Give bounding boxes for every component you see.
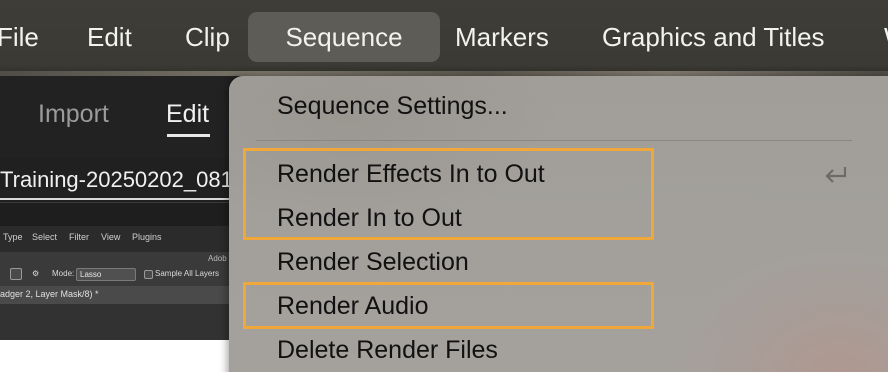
sequence-title[interactable]: Training-20250202_081 [0,167,233,193]
menu-separator [256,140,852,141]
thumbnail-mode-label: Mode: [52,269,75,278]
screen: File Edit Clip Sequence Markers Graphics… [0,0,888,372]
sequence-title-underline [0,198,232,200]
menu-graphics-and-titles[interactable]: Graphics and Titles [602,12,825,62]
menu-item-delete-render-files[interactable]: Delete Render Files [277,336,498,365]
thumbnail-menu-filter: Filter [69,232,89,242]
tab-import[interactable]: Import [38,100,109,129]
return-key-icon [825,167,847,183]
menu-item-sequence-settings[interactable]: Sequence Settings... [277,92,508,121]
thumbnail-checkbox [144,270,153,279]
tab-edit[interactable]: Edit [166,100,209,129]
thumbnail-document-name: adger 2, Layer Mask/8) * [0,289,99,299]
thumbnail-menu-view: View [101,232,121,242]
thumbnail-sample-label: Sample All Layers [155,269,220,278]
menu-item-render-selection[interactable]: Render Selection [277,248,469,277]
thumbnail-mode-value: Lasso [80,270,102,279]
thumbnail-tool-icon [10,268,22,280]
menu-edit[interactable]: Edit [87,12,132,62]
thumbnail-canvas-dark [0,304,240,340]
highlight-render-audio [243,282,654,329]
menu-file[interactable]: File [0,12,39,62]
highlight-render-in-out-group [243,148,654,240]
thumbnail-gear-icon: ⚙ [32,269,40,278]
menu-markers[interactable]: Markers [455,12,549,62]
tab-edit-underline [167,134,210,137]
menu-sequence[interactable]: Sequence [248,12,440,62]
menu-window[interactable]: W [884,12,888,62]
thumbnail-brand-text: Adob [208,254,227,263]
thumbnail-menu-select: Select [32,232,58,242]
thumbnail-menu-type: Type [3,232,23,242]
menu-bar: File Edit Clip Sequence Markers Graphics… [0,0,888,76]
thumbnail-menu-plugins: Plugins [132,232,162,242]
menu-clip[interactable]: Clip [185,12,230,62]
